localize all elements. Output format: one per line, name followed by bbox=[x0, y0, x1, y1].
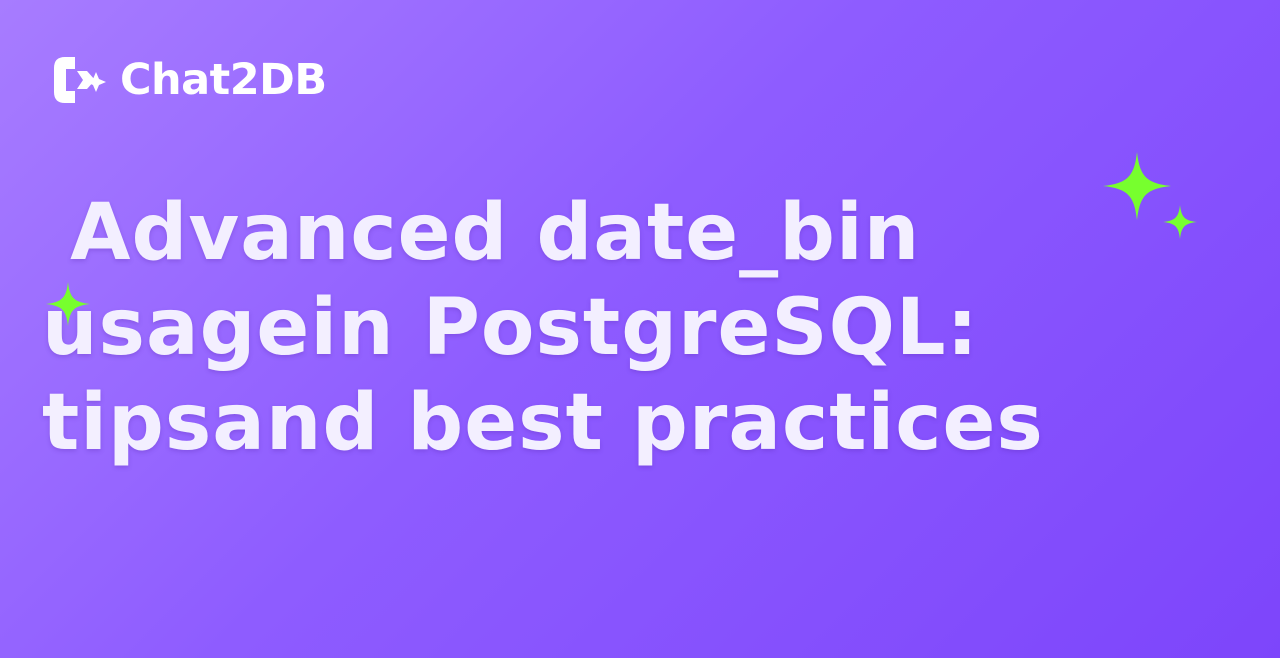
title-line-2: usagein PostgreSQL: bbox=[42, 283, 979, 373]
brand-logo: Chat2DB bbox=[52, 54, 327, 106]
sparkle-icon-large bbox=[1103, 152, 1171, 220]
article-title: Advanced date_bin usagein PostgreSQL: ti… bbox=[42, 186, 1162, 471]
sparkle-icon-small bbox=[1163, 205, 1197, 239]
title-line-1: Advanced date_bin bbox=[42, 188, 921, 278]
title-line-3: tipsand best practices bbox=[42, 378, 1044, 468]
brand-name: Chat2DB bbox=[120, 54, 327, 105]
chat2db-logo-icon bbox=[54, 57, 106, 103]
sparkle-icon-left bbox=[46, 282, 90, 326]
